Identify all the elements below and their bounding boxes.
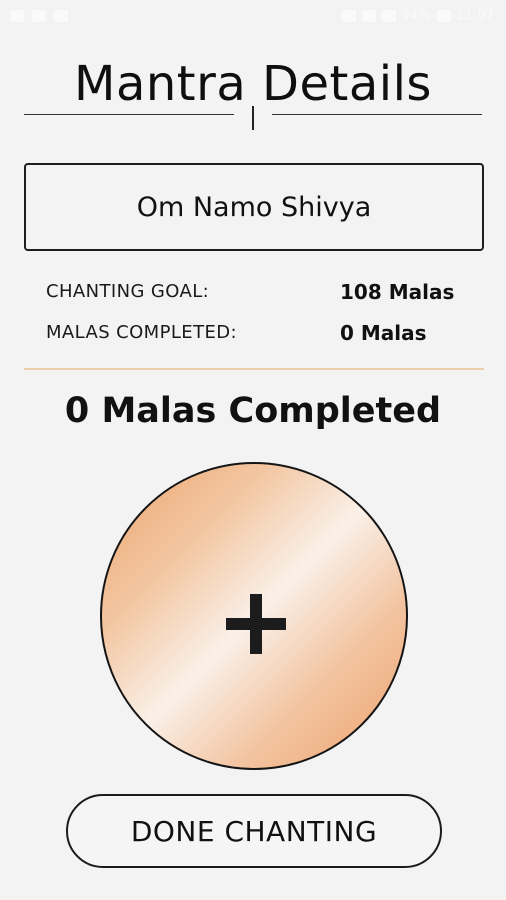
chanting-goal-value: 108 Malas bbox=[340, 280, 455, 304]
title-divider-mark bbox=[252, 106, 254, 130]
status-bar-left-icons bbox=[10, 10, 68, 22]
malas-completed-value: 0 Malas bbox=[340, 321, 427, 345]
image-icon bbox=[10, 10, 24, 22]
plus-icon bbox=[226, 594, 286, 654]
warning-icon bbox=[32, 10, 46, 22]
plus-icon-vertical bbox=[250, 594, 262, 654]
malas-completed-label: MALAS COMPLETED: bbox=[46, 322, 237, 343]
clock: 11:07 bbox=[456, 8, 494, 23]
add-mala-button[interactable] bbox=[100, 462, 408, 770]
title-underline-left bbox=[24, 114, 234, 115]
battery-icon bbox=[436, 9, 451, 22]
status-bar-right-icons: 94% 11:07 bbox=[341, 8, 494, 23]
status-bar: 94% 11:07 bbox=[0, 0, 506, 34]
signal-icon bbox=[381, 9, 396, 22]
mantra-name-box: Om Namo Shivya bbox=[24, 163, 484, 251]
page-title: Mantra Details bbox=[74, 56, 432, 112]
mantra-details-screen: 94% 11:07 Mantra Details Om Namo Shivya … bbox=[0, 0, 506, 900]
malas-completed-heading: 0 Malas Completed bbox=[64, 391, 442, 431]
youtube-icon bbox=[54, 10, 68, 22]
done-chanting-button[interactable]: DONE CHANTING bbox=[66, 794, 442, 868]
malas-completed-row: MALAS COMPLETED: 0 Malas bbox=[46, 321, 466, 348]
title-underline-right bbox=[272, 114, 482, 115]
chanting-goal-row: CHANTING GOAL: 108 Malas bbox=[46, 280, 466, 307]
section-divider bbox=[24, 368, 484, 370]
sim-icon bbox=[341, 9, 356, 22]
signal-icon bbox=[361, 9, 376, 22]
battery-percent: 94% bbox=[401, 8, 431, 23]
chanting-goal-label: CHANTING GOAL: bbox=[46, 281, 210, 302]
